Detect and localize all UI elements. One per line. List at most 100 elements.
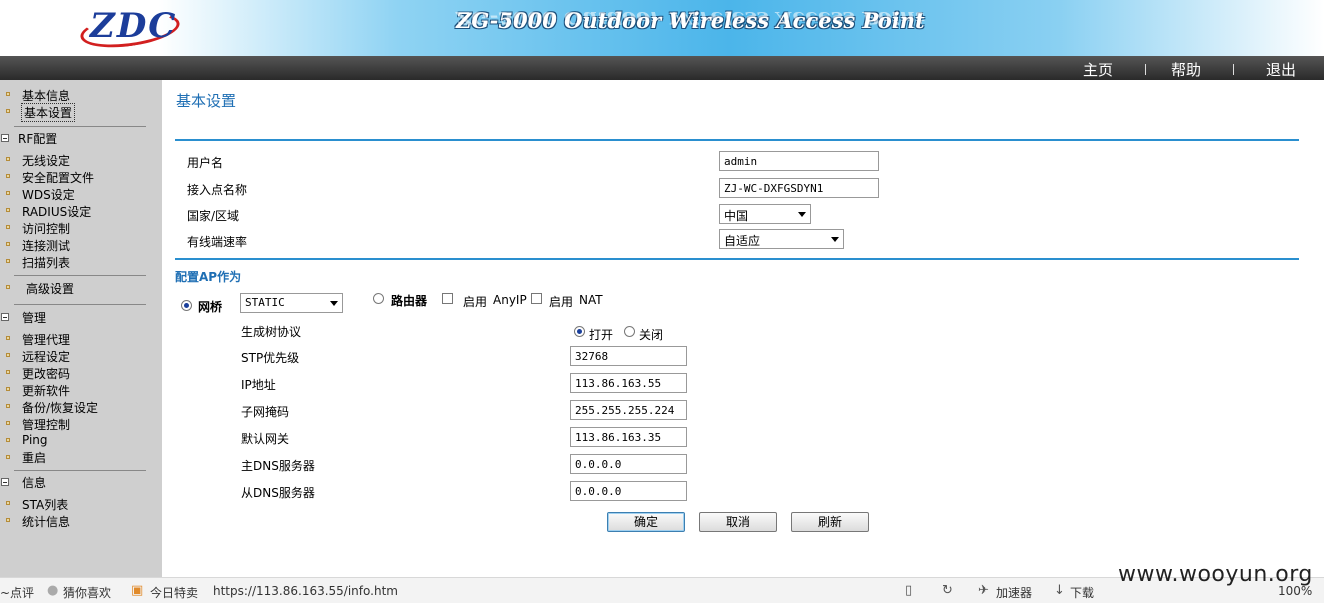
sidebar-item-wds[interactable]: WDS设定 [22,186,75,203]
bullet-icon [6,438,10,442]
help-link[interactable]: 帮助 [1171,59,1201,80]
sidebar-item-wireless[interactable]: 无线设定 [22,152,70,169]
gift-icon: ▣ [131,583,144,598]
stp-off-label: 关闭 [639,328,664,342]
sidebar-divider [14,304,146,305]
stp-label: 生成树协议 [241,325,302,339]
country-label: 国家/区域 [187,209,240,223]
sidebar: 基本信息 基本设置 RF配置 无线设定 安全配置文件 WDS设定 RADIUS设… [0,80,162,577]
status-today-link[interactable]: 今日特卖 [150,584,198,601]
router-radio[interactable] [373,293,384,304]
nav-separator [1145,64,1146,75]
username-label: 用户名 [187,156,224,170]
logo-text: ZDC [90,6,178,46]
subnet-mask-label: 子网掩码 [241,405,290,419]
chevron-down-icon [798,212,806,217]
ap-mode-section-title: 配置AP作为 [175,270,242,284]
sidebar-item-scan-list[interactable]: 扫描列表 [22,254,70,271]
home-link[interactable]: 主页 [1083,59,1113,80]
anyip-label: AnyIP [493,293,527,307]
header-banner: ZDC ZG-5000 Outdoor Wireless Access Poin… [0,0,1324,56]
sidebar-item-remote[interactable]: 远程设定 [22,348,70,365]
bullet-icon [6,259,10,263]
stp-off-radio[interactable] [624,326,635,337]
ap-name-input[interactable]: ZJ-WC-DXFGSDYN1 [719,178,879,198]
sidebar-item-mgmt-agent[interactable]: 管理代理 [22,331,70,348]
accelerator-label[interactable]: 加速器 [996,584,1032,601]
bullet-icon [6,404,10,408]
refresh-button[interactable]: 刷新 [791,512,869,532]
nav-separator [1233,64,1234,75]
bullet-icon [6,387,10,391]
stp-priority-input[interactable]: 32768 [570,346,687,366]
nat-enable-label: 启用 [549,295,574,309]
sidebar-divider [14,275,146,276]
bridge-radio[interactable] [181,300,192,311]
bullet-icon [6,421,10,425]
status-review-link[interactable]: ~点评 [0,584,34,601]
sidebar-divider [14,126,146,127]
sidebar-item-radius[interactable]: RADIUS设定 [22,203,91,220]
ok-button[interactable]: 确定 [607,512,685,532]
sidebar-group-rf[interactable]: RF配置 [18,130,57,147]
sidebar-group-info[interactable]: 信息 [22,474,46,491]
anyip-checkbox[interactable] [442,293,453,304]
username-input[interactable]: admin [719,151,879,171]
ip-input[interactable]: 113.86.163.55 [570,373,687,393]
sidebar-item-link-test[interactable]: 连接测试 [22,237,70,254]
sidebar-item-access-control[interactable]: 访问控制 [22,220,70,237]
status-guess-link[interactable]: 猜你喜欢 [63,584,111,601]
collapse-icon[interactable] [1,313,9,321]
chevron-down-icon [330,301,338,306]
country-select[interactable]: 中国 [719,204,811,224]
stp-priority-label: STP优先级 [241,351,300,365]
watermark: www.wooyun.org [1118,562,1313,587]
sidebar-item-advanced[interactable]: 高级设置 [26,280,74,297]
secondary-dns-input[interactable]: 0.0.0.0 [570,481,687,501]
phone-icon[interactable]: ▯ [905,583,912,598]
rocket-icon[interactable]: ✈ [978,583,989,598]
sidebar-item-reboot[interactable]: 重启 [22,449,46,466]
stp-on-radio[interactable] [574,326,585,337]
status-url: https://113.86.163.55/info.htm [213,584,398,598]
sidebar-item-mgmt-control[interactable]: 管理控制 [22,416,70,433]
sidebar-item-basic-settings[interactable]: 基本设置 [20,103,76,122]
sidebar-group-management[interactable]: 管理 [22,309,46,326]
stp-on-label: 打开 [589,328,614,342]
subnet-mask-input[interactable]: 255.255.255.224 [570,400,687,420]
bridge-mode-value: STATIC [245,296,285,309]
sidebar-item-update-software[interactable]: 更新软件 [22,382,70,399]
refresh-circle-icon[interactable]: ↻ [942,583,953,598]
primary-dns-input[interactable]: 0.0.0.0 [570,454,687,474]
download-icon[interactable]: ↓ [1054,583,1065,598]
bullet-icon [6,109,10,113]
bullet-icon [6,501,10,505]
logout-link[interactable]: 退出 [1266,59,1296,80]
sidebar-item-security-profile[interactable]: 安全配置文件 [22,169,94,186]
section-divider [175,258,1299,260]
router-label: 路由器 [391,294,428,308]
wired-rate-select[interactable]: 自适应 [719,229,844,249]
sidebar-item-backup-restore[interactable]: 备份/恢复设定 [22,399,98,416]
gateway-input[interactable]: 113.86.163.35 [570,427,687,447]
section-divider [175,139,1299,141]
sidebar-item-change-password[interactable]: 更改密码 [22,365,70,382]
chevron-down-icon [831,237,839,242]
top-nav-bar: 主页 帮助 退出 [0,56,1324,80]
cancel-button[interactable]: 取消 [699,512,777,532]
sidebar-item-ping[interactable]: Ping [22,433,48,447]
collapse-icon[interactable] [1,478,9,486]
bullet-icon [6,242,10,246]
collapse-icon[interactable] [1,134,9,142]
secondary-dns-label: 从DNS服务器 [241,486,315,500]
nat-checkbox[interactable] [531,293,542,304]
gateway-label: 默认网关 [241,432,290,446]
bridge-mode-select[interactable]: STATIC [240,293,343,313]
sidebar-item-sta-list[interactable]: STA列表 [22,496,68,513]
sidebar-divider [14,470,146,471]
download-label[interactable]: 下载 [1070,584,1094,601]
bullet-icon [6,157,10,161]
sidebar-item-basic-info[interactable]: 基本信息 [22,87,70,104]
bullet-icon [6,285,10,289]
sidebar-item-statistics[interactable]: 统计信息 [22,513,70,530]
